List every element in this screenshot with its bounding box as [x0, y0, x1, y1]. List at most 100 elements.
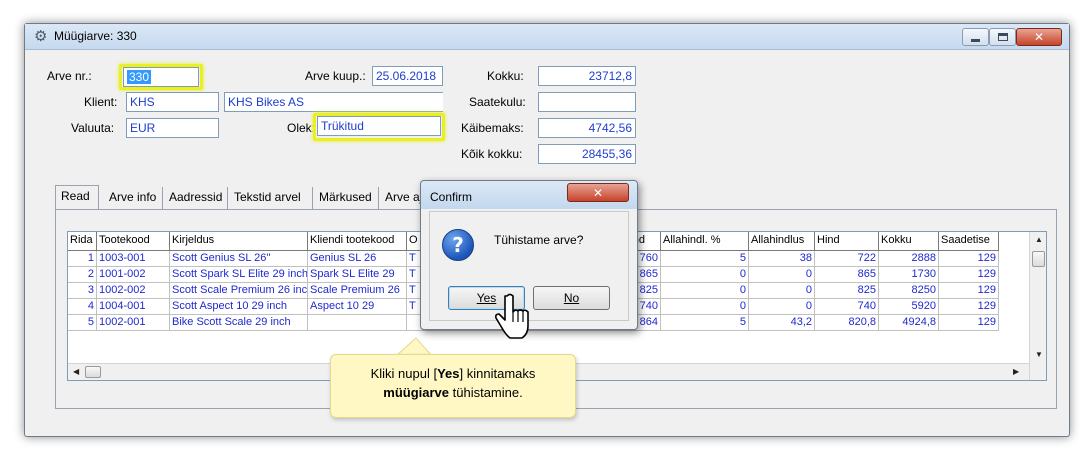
vat-label: Käibemaks:: [461, 121, 524, 135]
column-header[interactable]: Kliendi tootekood: [308, 232, 407, 251]
status-field[interactable]: Trükitud: [317, 116, 441, 136]
table-cell[interactable]: 0: [661, 283, 749, 299]
table-cell[interactable]: 1: [68, 251, 97, 267]
dialog-title: Confirm: [430, 190, 473, 204]
callout-line1-suffix: ] kinnitamaks: [459, 366, 536, 381]
horizontal-scroll-thumb[interactable]: [85, 366, 101, 378]
table-cell[interactable]: 740: [815, 299, 879, 315]
vat-field[interactable]: 4742,56: [538, 118, 636, 138]
table-cell[interactable]: 38: [749, 251, 815, 267]
status-label: Olek:: [287, 121, 316, 135]
table-cell[interactable]: 2: [68, 267, 97, 283]
dialog-close-button[interactable]: ✕: [567, 183, 629, 202]
table-cell[interactable]: Scott Aspect 10 29 inch: [170, 299, 308, 315]
scroll-down-icon[interactable]: ▼: [1035, 350, 1043, 359]
table-cell[interactable]: 1002-002: [97, 283, 170, 299]
table-cell[interactable]: 5: [661, 251, 749, 267]
column-header[interactable]: Allahindlus: [749, 232, 815, 251]
window-title: Müügiarve: 330: [54, 29, 137, 43]
date-field[interactable]: 25.06.2018: [372, 66, 443, 86]
close-icon: ✕: [1033, 30, 1045, 44]
app-icon: ⚙: [34, 28, 48, 45]
table-cell[interactable]: 129: [939, 283, 999, 299]
table-cell[interactable]: 0: [749, 267, 815, 283]
invoice-no-field[interactable]: 330: [123, 67, 199, 87]
table-cell[interactable]: 5920: [879, 299, 939, 315]
total-label: Kokku:: [487, 69, 524, 83]
tab-arve-info[interactable]: Arve info: [104, 187, 163, 209]
table-cell[interactable]: Scott Genius SL 26'': [170, 251, 308, 267]
table-cell[interactable]: 129: [939, 299, 999, 315]
table-cell[interactable]: 865: [815, 267, 879, 283]
column-header[interactable]: Allahindl. %: [661, 232, 749, 251]
table-cell[interactable]: 0: [661, 299, 749, 315]
maximize-icon: [997, 33, 1008, 41]
table-cell[interactable]: Scott Spark SL Elite 29 inch: [170, 267, 308, 283]
table-cell[interactable]: 3: [68, 283, 97, 299]
table-cell[interactable]: 820,8: [815, 315, 879, 331]
table-cell[interactable]: Scott Scale Premium 26 inch: [170, 283, 308, 299]
column-header[interactable]: Saadetise: [939, 232, 999, 251]
column-header[interactable]: Kokku: [879, 232, 939, 251]
shipping-label: Saatekulu:: [469, 95, 526, 109]
table-cell[interactable]: Genius SL 26: [308, 251, 407, 267]
question-icon: ?: [442, 229, 474, 261]
tab-aadressid[interactable]: Aadressid: [164, 187, 228, 209]
table-cell[interactable]: 722: [815, 251, 879, 267]
tab-read[interactable]: Read: [55, 185, 99, 209]
grand-total-field[interactable]: 28455,36: [538, 144, 636, 164]
table-cell[interactable]: 129: [939, 315, 999, 331]
minimize-button[interactable]: [962, 28, 989, 46]
table-cell[interactable]: Scale Premium 26: [308, 283, 407, 299]
table-cell[interactable]: 5: [68, 315, 97, 331]
table-cell[interactable]: 1002-001: [97, 315, 170, 331]
table-cell[interactable]: 4924,8: [879, 315, 939, 331]
currency-field[interactable]: EUR: [126, 118, 219, 138]
no-button-label: No: [563, 291, 580, 305]
table-cell[interactable]: 2888: [879, 251, 939, 267]
total-field[interactable]: 23712,8: [538, 66, 636, 86]
scroll-left-icon[interactable]: ◀: [73, 367, 79, 376]
table-cell[interactable]: 0: [661, 267, 749, 283]
table-cell[interactable]: 43,2: [749, 315, 815, 331]
table-cell[interactable]: 8250: [879, 283, 939, 299]
table-cell[interactable]: 1001-002: [97, 267, 170, 283]
table-cell[interactable]: 129: [939, 267, 999, 283]
no-button[interactable]: No: [533, 286, 610, 310]
vertical-scroll-thumb[interactable]: [1032, 251, 1045, 267]
table-cell[interactable]: 5: [661, 315, 749, 331]
hand-cursor-icon: [495, 293, 529, 339]
table-cell[interactable]: 1003-001: [97, 251, 170, 267]
vertical-scrollbar[interactable]: ▲ ▼: [1029, 232, 1046, 380]
client-label: Klient:: [84, 95, 118, 109]
tab-markused[interactable]: Märkused: [314, 187, 379, 209]
scroll-right-icon[interactable]: ▶: [1013, 367, 1019, 376]
column-header[interactable]: Tootekood: [97, 232, 170, 251]
scroll-up-icon[interactable]: ▲: [1035, 235, 1043, 244]
callout-line2-suffix: tühistamine.: [449, 385, 523, 400]
table-cell[interactable]: 4: [68, 299, 97, 315]
shipping-field[interactable]: [538, 92, 636, 112]
table-cell[interactable]: Bike Scott Scale 29 inch: [170, 315, 308, 331]
table-cell[interactable]: 0: [749, 299, 815, 315]
table-cell[interactable]: Aspect 10 29: [308, 299, 407, 315]
table-cell[interactable]: [308, 315, 407, 331]
table-cell[interactable]: 1004-001: [97, 299, 170, 315]
grand-total-label: Kõik kokku:: [461, 147, 523, 161]
table-cell[interactable]: 129: [939, 251, 999, 267]
close-button[interactable]: ✕: [1016, 28, 1062, 46]
column-header[interactable]: Hind: [815, 232, 879, 251]
table-cell[interactable]: Spark SL Elite 29: [308, 267, 407, 283]
table-cell[interactable]: 0: [749, 283, 815, 299]
tab-tekstid-arvel[interactable]: Tekstid arvel: [229, 187, 313, 209]
column-header[interactable]: Kirjeldus: [170, 232, 308, 251]
table-cell[interactable]: 1730: [879, 267, 939, 283]
invoice-no-value: 330: [127, 70, 152, 84]
client-name-field[interactable]: KHS Bikes AS: [224, 92, 443, 112]
table-cell[interactable]: 825: [815, 283, 879, 299]
minimize-icon: [971, 38, 980, 42]
column-header[interactable]: Rida: [68, 232, 97, 251]
currency-label: Valuuta:: [71, 121, 115, 135]
maximize-button[interactable]: [989, 28, 1016, 46]
client-code-field[interactable]: KHS: [126, 92, 219, 112]
